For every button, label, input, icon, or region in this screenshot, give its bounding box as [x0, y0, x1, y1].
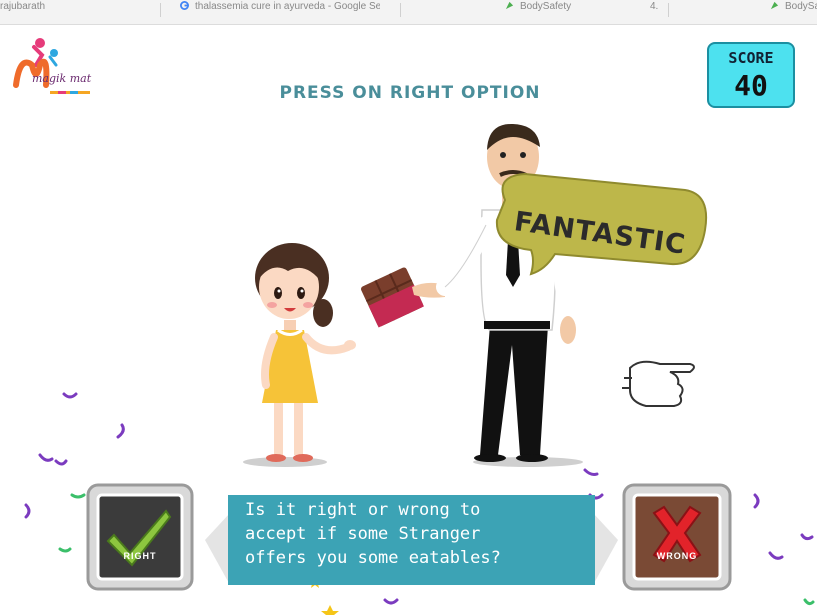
browser-tab[interactable]: 4. — [650, 0, 680, 24]
tab-label: thalassemia cure in ayurveda - Google Se… — [195, 1, 380, 12]
chocolate-bar — [361, 267, 424, 328]
tab-label: BodySafety — [520, 1, 572, 12]
pointing-hand — [622, 360, 695, 407]
question-text: Is it right or wrong to accept if some S… — [245, 498, 590, 570]
tab-label: BodySafe — [785, 1, 817, 12]
tab-label: rajubarath — [0, 1, 46, 12]
question-line: Is it right or wrong to — [245, 500, 481, 520]
wrong-option-button[interactable]: WRONG — [622, 483, 732, 591]
girl-character — [255, 243, 356, 462]
wrong-label: WRONG — [656, 551, 698, 561]
game-area: magik mat PRESS ON RIGHT OPTION SCORE 40 — [0, 25, 817, 615]
question-line: accept if some Stranger — [245, 524, 481, 544]
question-line: offers you some eatables? — [245, 548, 501, 568]
right-label: RIGHT — [123, 551, 157, 561]
browser-tab[interactable]: BodySafety — [505, 0, 625, 24]
tab-label: 4. — [650, 1, 659, 12]
right-option-button[interactable]: RIGHT — [86, 483, 194, 591]
browser-tab[interactable]: thalassemia cure in ayurveda - Google Se… — [180, 0, 380, 24]
tab-divider — [668, 3, 669, 17]
browser-tab-strip: rajubarath thalassemia cure in ayurveda … — [0, 0, 817, 25]
wrong-button-frame — [622, 483, 732, 591]
tab-divider — [400, 3, 401, 17]
google-icon — [180, 1, 189, 10]
leaf-icon — [505, 1, 514, 10]
tab-divider — [160, 3, 161, 17]
right-button-frame — [86, 483, 194, 591]
leaf-icon — [770, 1, 779, 10]
browser-tab[interactable]: rajubarath — [0, 0, 150, 24]
browser-tab[interactable]: BodySafe — [770, 0, 817, 24]
